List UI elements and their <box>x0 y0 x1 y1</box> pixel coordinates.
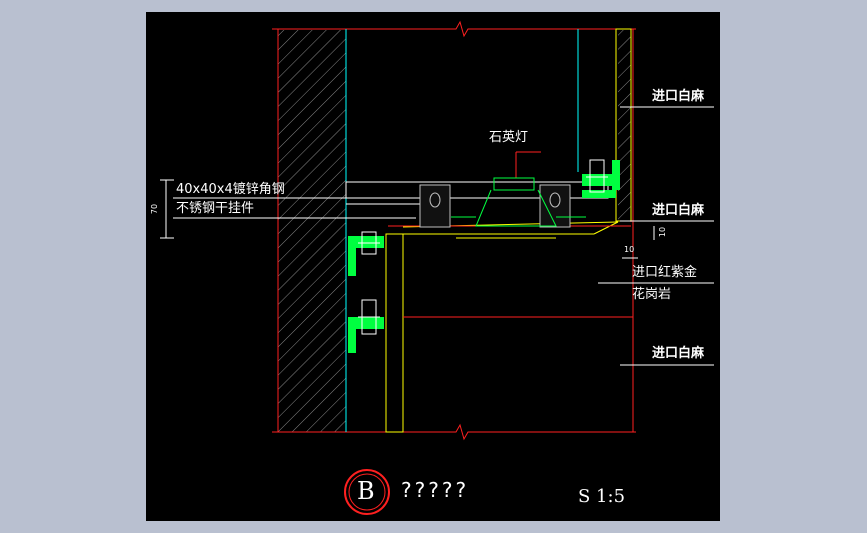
dim-70: 70 <box>150 203 160 215</box>
label-angle-steel: 40x40x4镀锌角钢 <box>176 182 285 197</box>
title-letter: B <box>357 477 375 505</box>
dim-10-b: 10 <box>624 245 635 254</box>
drawing-canvas: 石英灯 40x40x4镀锌角钢 不锈钢干挂件 进口白麻 进口白麻 进口红紫金 花… <box>146 12 720 521</box>
scale-label: S 1:5 <box>578 486 626 507</box>
label-quartz-lamp: 石英灯 <box>489 130 529 145</box>
dim-10-a: 10 <box>658 226 668 238</box>
label-white-marble-2: 进口白麻 <box>652 203 705 218</box>
label-white-marble-3: 进口白麻 <box>652 346 705 361</box>
label-hanger: 不锈钢干挂件 <box>176 201 255 216</box>
right-wall-hatch <box>618 30 631 220</box>
label-red-granite-2: 花岗岩 <box>632 287 672 302</box>
cyan-lines <box>345 29 579 432</box>
stone-panels <box>385 28 632 433</box>
title-caption: ????? <box>401 478 470 502</box>
concrete-wall-hatch <box>278 30 346 432</box>
dimension-70 <box>160 179 174 239</box>
hangers <box>348 160 620 353</box>
label-red-granite-1: 进口红紫金 <box>632 265 698 280</box>
label-white-marble-1: 进口白麻 <box>652 89 705 104</box>
lamp-housings <box>419 184 571 228</box>
